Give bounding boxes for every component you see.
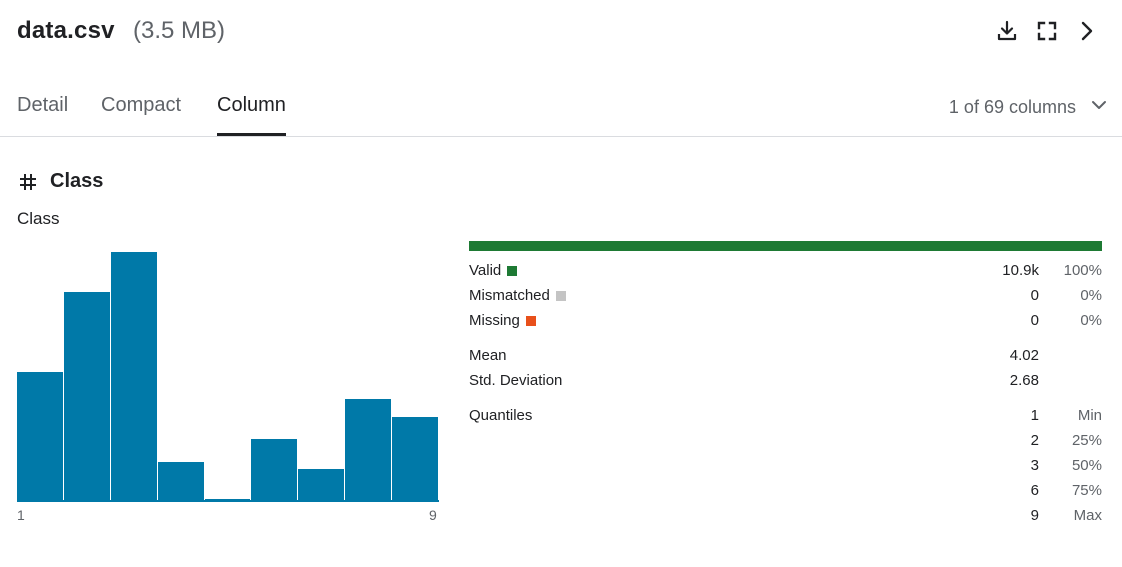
quantile-min-value: 1 [1030,407,1039,424]
histogram-bar[interactable] [63,292,110,502]
x-tick-max: 9 [429,507,437,523]
valid-label: Valid [469,262,502,279]
quantile-row-min: Quantiles 1 Min [469,407,1102,429]
missing-pct: 0% [1080,312,1102,329]
tab-compact[interactable]: Compact [101,94,181,136]
tab-compact-label: Compact [101,94,182,116]
quantile-50-value: 3 [1030,457,1039,474]
quantile-50-name: 50% [1071,457,1102,474]
mismatched-pct: 0% [1080,287,1102,304]
histogram-bar[interactable] [204,499,251,502]
x-tick-min: 1 [17,507,25,523]
missing-count: 0 [1030,312,1039,329]
quantile-row-25: 2 25% [469,432,1102,454]
quantile-25-value: 2 [1030,432,1039,449]
tab-detail-label: Detail [17,94,69,116]
histogram-bar[interactable] [110,252,157,502]
mean-value: 4.02 [1009,347,1039,364]
file-header: data.csv (3.5 MB) [0,0,1122,64]
missing-label: Missing [469,312,520,329]
tab-column-label: Column [217,94,286,116]
mean-label: Mean [469,347,507,364]
quantile-75-value: 6 [1030,482,1039,499]
file-size: (3.5 MB) [133,17,226,44]
quantile-min-name: Min [1077,407,1102,424]
histogram-chart [17,240,439,502]
histogram-bar[interactable] [251,439,298,502]
quantile-max-name: Max [1073,507,1102,524]
stat-row-std: Std. Deviation 2.68 [469,372,1102,394]
chevron-down-icon [1090,96,1108,119]
column-title-row: Class [17,170,103,193]
hash-icon [17,171,39,193]
valid-swatch [507,265,518,276]
download-icon[interactable] [994,18,1020,44]
quantiles-label: Quantiles [469,407,533,424]
mismatched-label: Mismatched [469,287,550,304]
chevron-right-icon[interactable] [1074,18,1100,44]
std-label: Std. Deviation [469,372,563,389]
column-selector[interactable]: 1 of 69 columns [949,96,1108,119]
quantile-row-50: 3 50% [469,457,1102,479]
stat-row-valid: Valid 10.9k 100% [469,262,1102,284]
mismatched-count: 0 [1030,287,1039,304]
histogram-bar[interactable] [17,372,63,502]
quantile-25-name: 25% [1071,432,1102,449]
stat-row-missing: Missing 0 0% [469,312,1102,334]
valid-pct: 100% [1063,262,1102,279]
column-title: Class [50,170,104,192]
stat-row-mean: Mean 4.02 [469,347,1102,369]
stat-label-valid: Valid [469,262,518,279]
std-value: 2.68 [1009,372,1039,389]
histogram-bar[interactable] [157,462,204,502]
column-selector-label: 1 of 69 columns [948,97,1076,117]
quantile-max-value: 9 [1030,507,1039,524]
quantile-row-75: 6 75% [469,482,1102,504]
missing-swatch [525,315,536,326]
histogram-bar[interactable] [298,469,345,502]
validity-bar [469,241,1102,251]
stat-label-missing: Missing [469,312,536,329]
quantile-75-name: 75% [1071,482,1102,499]
valid-count: 10.9k [1002,262,1039,279]
view-tabs: Detail Compact Column 1 of 69 columns [0,80,1122,137]
histogram-bar[interactable] [392,417,438,502]
tab-detail[interactable]: Detail [17,94,68,136]
tab-column[interactable]: Column [217,94,286,136]
histogram-bar[interactable] [345,399,392,502]
stat-row-mismatched: Mismatched 0 0% [469,287,1102,309]
fullscreen-icon[interactable] [1034,18,1060,44]
mismatched-swatch [555,290,566,301]
column-subtitle: Class [17,209,60,228]
file-name: data.csv [17,17,115,44]
stat-label-mismatched: Mismatched [469,287,566,304]
quantile-row-max: 9 Max [469,507,1102,529]
